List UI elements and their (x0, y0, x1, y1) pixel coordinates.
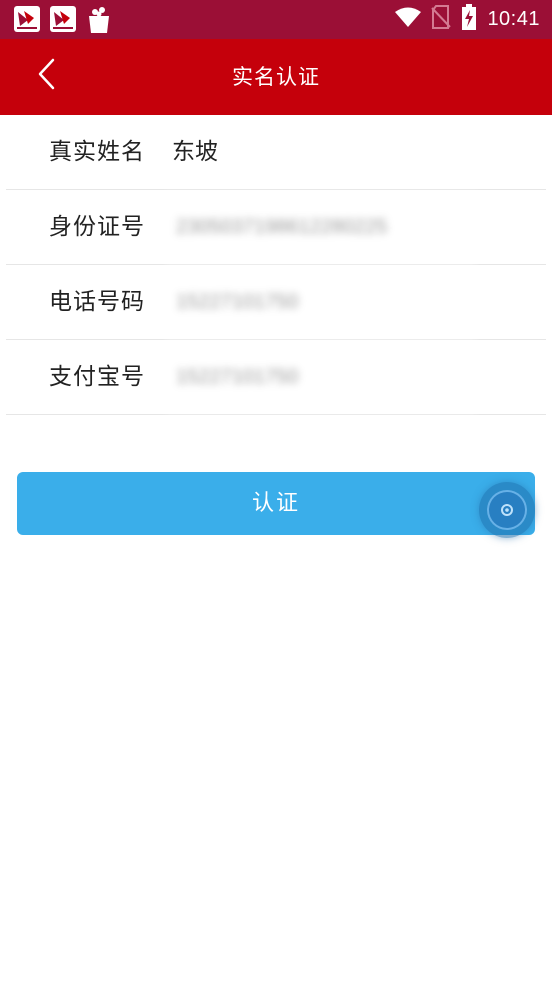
alipay-row: 支付宝号 (6, 340, 546, 415)
notification-icons (14, 6, 112, 33)
phone-input[interactable] (166, 269, 476, 336)
alipay-label: 支付宝号 (49, 364, 145, 390)
shopping-bag-icon (86, 6, 112, 33)
id-number-row: 身份证号 (6, 190, 546, 265)
phone-row: 电话号码 (6, 265, 546, 340)
phone-label: 电话号码 (49, 289, 145, 315)
verify-button[interactable]: 认证 (17, 472, 535, 535)
app-notification-icon (50, 6, 76, 32)
no-sim-icon (431, 5, 452, 33)
status-bar: 10:41 (0, 0, 552, 39)
wifi-icon (395, 7, 422, 31)
id-number-input[interactable] (166, 194, 476, 261)
title-bar: 实名认证 (0, 39, 552, 115)
assistive-touch-button[interactable] (479, 482, 535, 538)
verification-form: 真实姓名 东坡 身份证号 电话号码 支付宝号 (0, 115, 552, 415)
page-title: 实名认证 (232, 65, 320, 89)
system-status: 10:41 (395, 4, 540, 34)
assistive-touch-icon (487, 490, 527, 530)
name-value[interactable]: 东坡 (172, 115, 218, 190)
name-row: 真实姓名 东坡 (6, 115, 546, 190)
name-label: 真实姓名 (49, 139, 145, 165)
app-notification-icon (14, 6, 40, 32)
id-number-label: 身份证号 (49, 214, 145, 240)
alipay-input[interactable] (166, 344, 476, 411)
battery-charging-icon (461, 4, 477, 34)
clock-time: 10:41 (487, 7, 540, 30)
